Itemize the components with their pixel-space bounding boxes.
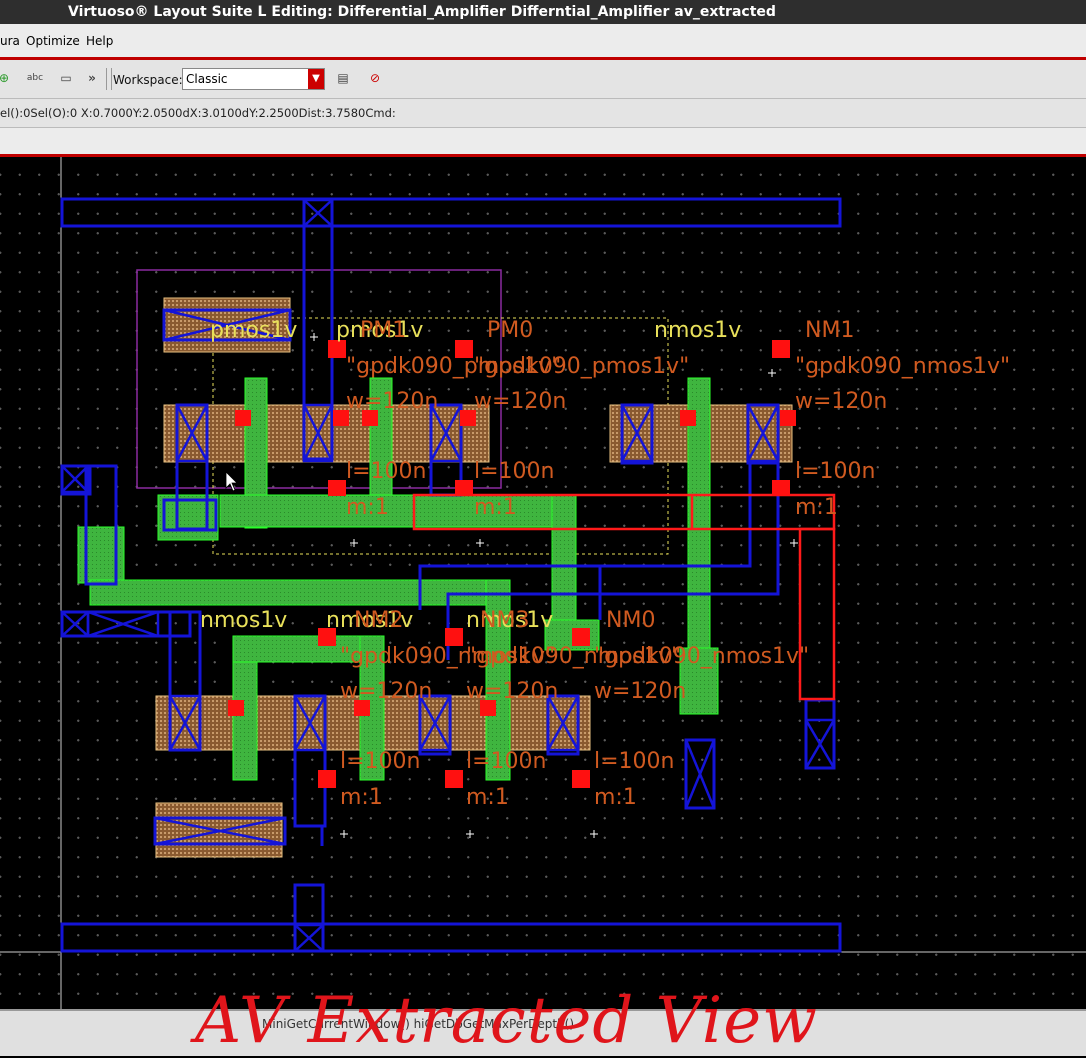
label-pmos1: pmos1v xyxy=(210,318,297,343)
layout-drawing: pmos1v pmos1v PM1 PM0 "gpdk090_pmos1v" "… xyxy=(0,157,1086,1009)
label-gpdk-pmos-b: "gpdk090_pmos1v" xyxy=(474,354,689,379)
chevron-down-icon[interactable]: ▼ xyxy=(308,69,324,89)
label-l-b1: l=100n xyxy=(340,749,420,774)
label-l-p2: l=100n xyxy=(474,459,554,484)
label-m-b2: m:1 xyxy=(466,785,509,810)
label-w-p2: w=120n xyxy=(474,389,566,414)
workspace-delete-icon[interactable]: ⊘ xyxy=(365,69,385,87)
label-nmos-b1: nmos1v xyxy=(200,608,287,633)
label-w-p1: w=120n xyxy=(346,389,438,414)
label-m-b3: m:1 xyxy=(594,785,637,810)
more-icon[interactable]: » xyxy=(82,69,102,87)
status-bar: el():0Sel(O):0 X:0.7000Y:2.0500dX:3.0100… xyxy=(0,99,1086,128)
via-layer xyxy=(60,198,836,953)
plug-icon[interactable]: ▭ xyxy=(56,69,76,87)
menu-item-optimize[interactable]: Optimize xyxy=(26,34,80,48)
label-nmos-top: nmos1v xyxy=(654,318,741,343)
label-gpdk-nmos-top: "gpdk090_nmos1v" xyxy=(795,354,1010,379)
label-l-p1: l=100n xyxy=(346,459,426,484)
menu-bar: ura Optimize Help xyxy=(0,24,1086,60)
status-text: el():0Sel(O):0 X:0.7000Y:2.0500dX:3.0100… xyxy=(0,106,396,120)
layout-canvas[interactable]: pmos1v pmos1v PM1 PM0 "gpdk090_pmos1v" "… xyxy=(0,157,1086,1009)
label-l-n1: l=100n xyxy=(795,459,875,484)
label-nm1: NM1 xyxy=(805,318,854,343)
label-w-b2: w=120n xyxy=(466,679,558,704)
more-label: » xyxy=(88,71,96,85)
label-l-b2: l=100n xyxy=(466,749,546,774)
watermark-text: AV Extracted View xyxy=(195,984,818,1058)
label-m-p2: m:1 xyxy=(474,495,517,520)
window-title: Virtuoso® Layout Suite L Editing: Differ… xyxy=(68,4,776,20)
abc-label-text: abc xyxy=(26,73,44,83)
label-m-n1: m:1 xyxy=(795,495,838,520)
label-nm0: NM0 xyxy=(606,608,655,633)
workspace-label: Workspace: xyxy=(113,73,183,87)
label-l-b3: l=100n xyxy=(594,749,674,774)
toolbar-separator xyxy=(106,68,112,90)
add-icon[interactable]: ⊕ xyxy=(0,69,14,87)
workspace-save-icon[interactable]: ▤ xyxy=(333,69,353,87)
abc-label-icon[interactable]: abc xyxy=(22,69,48,87)
menu-item-help[interactable]: Help xyxy=(86,34,113,48)
label-w-b1: w=120n xyxy=(340,679,432,704)
window-titlebar: Virtuoso® Layout Suite L Editing: Differ… xyxy=(0,0,1086,24)
label-m-p1: m:1 xyxy=(346,495,389,520)
menu-item-ura[interactable]: ura xyxy=(0,34,20,48)
workspace-select[interactable]: Classic ▼ xyxy=(182,68,325,90)
label-pm0: PM0 xyxy=(487,318,533,343)
workspace-value: Classic xyxy=(186,72,228,86)
label-nm2: NM2 xyxy=(354,608,403,633)
label-m-b1: m:1 xyxy=(340,785,383,810)
label-w-b3: w=120n xyxy=(594,679,686,704)
label-pm1: PM1 xyxy=(360,318,406,343)
toolbar: ⊕ abc ▭ » Workspace: Classic ▼ ▤ ⊘ xyxy=(0,60,1086,99)
label-nm3: NM3 xyxy=(480,608,529,633)
label-w-n1: w=120n xyxy=(795,389,887,414)
label-gpdk-b3: "gpdk090_nmos1v" xyxy=(594,644,809,669)
tab-bar xyxy=(0,128,1086,157)
